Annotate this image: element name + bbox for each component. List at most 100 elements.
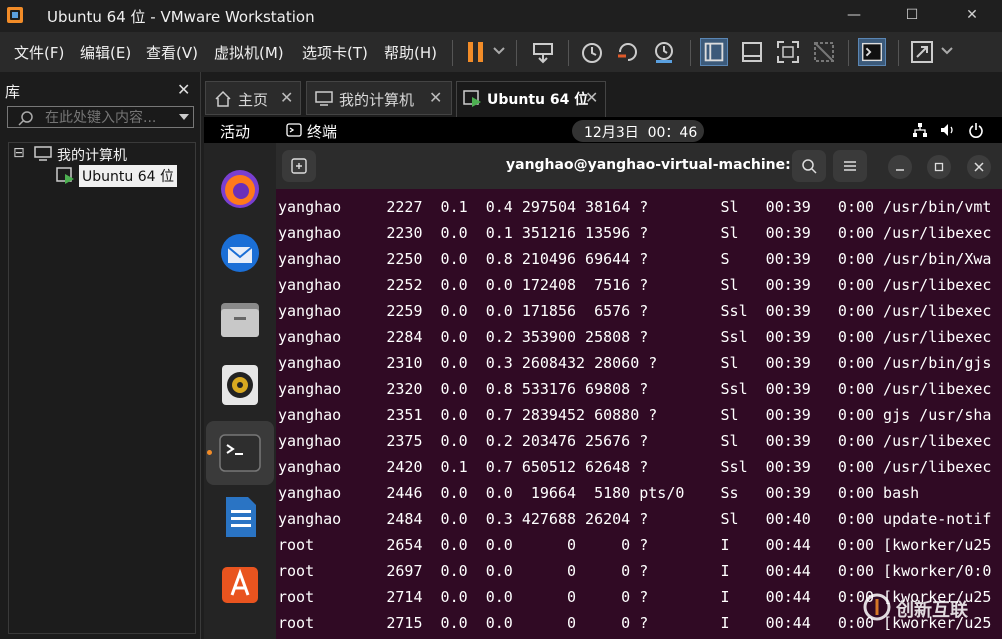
minimize-button[interactable]: —: [834, 4, 874, 26]
computer-icon: [34, 146, 52, 161]
rhythmbox-icon[interactable]: [218, 363, 262, 407]
network-icon[interactable]: [912, 122, 928, 138]
terminal-minimize-button[interactable]: [888, 155, 912, 179]
process-row: yanghao 2446 0.0 0.0 19664 5180 pts/0 Ss…: [278, 484, 920, 502]
process-row: yanghao 2250 0.0 0.8 210496 69644 ? S 00…: [278, 250, 992, 268]
tab-home-label: 主页: [238, 91, 269, 109]
terminal-maximize-button[interactable]: [927, 155, 951, 179]
terminal-search-button[interactable]: [792, 150, 826, 182]
clock-text: 12月3日 00：46: [584, 125, 698, 141]
home-icon: [215, 90, 231, 107]
watermark-logo-icon: [863, 593, 891, 621]
console-view-icon[interactable]: [858, 38, 886, 66]
thunderbird-icon[interactable]: [218, 231, 262, 275]
close-window-button[interactable]: ✕: [952, 4, 992, 26]
revert-snapshot-icon[interactable]: [614, 38, 642, 66]
toolbar-separator: [690, 40, 691, 66]
new-tab-icon: [291, 158, 307, 174]
hamburger-icon: [844, 161, 856, 171]
menu-file[interactable]: 文件(F): [14, 42, 64, 63]
toolbar-separator: [848, 40, 849, 66]
terminal-title: yanghao@yanghao-virtual-machine: ~: [506, 157, 808, 173]
menu-tabs[interactable]: 选项卡(T): [302, 42, 368, 63]
tab-ubuntu-label: Ubuntu 64 位: [487, 92, 589, 108]
library-title: 库: [5, 83, 21, 101]
activities-button[interactable]: 活动: [220, 121, 250, 142]
tab-my-computer[interactable]: 我的计算机 ✕: [306, 81, 452, 115]
chevron-down-icon[interactable]: [492, 46, 506, 56]
chevron-down-icon[interactable]: [940, 46, 954, 56]
thumbnail-bar-icon[interactable]: [738, 38, 766, 66]
tab-ubuntu-close-button[interactable]: ✕: [585, 88, 598, 107]
library-close-button[interactable]: ✕: [177, 80, 190, 99]
terminal-close-button[interactable]: [967, 155, 991, 179]
terminal-menu-button[interactable]: [833, 150, 867, 182]
process-row: yanghao 2420 0.1 0.7 650512 62648 ? Ssl …: [278, 458, 992, 476]
process-row: yanghao 2230 0.0 0.1 351216 13596 ? Sl 0…: [278, 224, 992, 242]
tab-ubuntu[interactable]: Ubuntu 64 位 ✕: [456, 81, 606, 117]
toolbar-separator: [516, 40, 517, 66]
software-store-icon[interactable]: [218, 561, 262, 605]
maximize-icon: [934, 162, 944, 172]
snapshot-manager-icon[interactable]: [650, 38, 678, 66]
snapshot-icon[interactable]: [578, 38, 606, 66]
power-icon[interactable]: [968, 122, 984, 138]
process-row: yanghao 2375 0.0 0.2 203476 25676 ? Sl 0…: [278, 432, 992, 450]
tab-my-computer-close-button[interactable]: ✕: [429, 88, 442, 107]
search-icon: [18, 111, 33, 126]
terminal-output[interactable]: yanghao 2227 0.1 0.4 297504 38164 ? Sl 0…: [276, 189, 1002, 639]
terminal-icon[interactable]: [218, 431, 262, 475]
process-row: yanghao 2259 0.0 0.0 171856 6576 ? Ssl 0…: [278, 302, 992, 320]
menu-vm[interactable]: 虚拟机(M): [214, 42, 284, 63]
minimize-icon: [896, 169, 904, 171]
toolbar-separator: [898, 40, 899, 66]
app-menu-terminal[interactable]: 终端: [307, 121, 337, 142]
toolbar-separator: [452, 40, 453, 66]
libreoffice-writer-icon[interactable]: [218, 495, 262, 539]
vmware-logo-icon: [7, 7, 23, 23]
terminal-small-icon: [286, 123, 302, 137]
tree-expander[interactable]: ⊟: [13, 145, 25, 161]
process-row: yanghao 2310 0.0 0.3 2608432 28060 ? Sl …: [278, 354, 992, 372]
menu-edit[interactable]: 编辑(E): [80, 42, 131, 63]
tab-home-close-button[interactable]: ✕: [280, 88, 293, 107]
process-row: yanghao 2484 0.0 0.3 427688 26204 ? Sl 0…: [278, 510, 992, 528]
tree-item-ubuntu[interactable]: Ubuntu 64 位: [79, 165, 177, 187]
show-library-icon[interactable]: [700, 38, 728, 66]
volume-icon[interactable]: [940, 122, 956, 138]
process-row: yanghao 2320 0.0 0.8 533176 69808 ? Ssl …: [278, 380, 992, 398]
unity-mode-icon[interactable]: [810, 38, 838, 66]
process-row: yanghao 2351 0.0 0.7 2839452 60880 ? Sl …: [278, 406, 992, 424]
process-row: root 2654 0.0 0.0 0 0 ? I 00:44 0:00 [kw…: [278, 536, 992, 554]
send-keys-icon[interactable]: [530, 38, 558, 66]
monitor-icon: [315, 91, 333, 106]
toolbar-separator: [568, 40, 569, 66]
running-indicator: [207, 450, 212, 455]
library-tree: [8, 142, 196, 634]
process-row: yanghao 2284 0.0 0.2 353900 25808 ? Ssl …: [278, 328, 992, 346]
ubuntu-dock: [204, 143, 276, 639]
maximize-button[interactable]: ☐: [892, 4, 932, 26]
menu-help[interactable]: 帮助(H): [384, 42, 437, 63]
menu-view[interactable]: 查看(V): [146, 42, 198, 63]
terminal-header-bar: yanghao@yanghao-virtual-machine: ~: [276, 143, 1002, 189]
tab-home[interactable]: 主页 ✕: [205, 81, 301, 115]
new-tab-button[interactable]: [282, 150, 316, 182]
vm-running-icon: [56, 167, 74, 184]
library-search-input[interactable]: [45, 109, 165, 127]
pause-icon[interactable]: [462, 38, 490, 66]
search-icon: [802, 159, 817, 174]
stretch-guest-icon[interactable]: [908, 38, 936, 66]
vm-running-icon: [463, 90, 481, 107]
tab-my-computer-label: 我的计算机: [339, 91, 415, 109]
window-title: Ubuntu 64 位 - VMware Workstation: [47, 8, 315, 26]
dropdown-arrow-icon[interactable]: [178, 113, 190, 121]
process-row: yanghao 2227 0.1 0.4 297504 38164 ? Sl 0…: [278, 198, 992, 216]
tree-root-label[interactable]: 我的计算机: [57, 145, 127, 165]
files-icon[interactable]: [218, 297, 262, 341]
full-screen-icon[interactable]: [774, 38, 802, 66]
watermark-text: 创新互联: [896, 600, 968, 621]
firefox-icon[interactable]: [218, 167, 262, 211]
process-row: root 2697 0.0 0.0 0 0 ? I 00:44 0:00 [kw…: [278, 562, 992, 580]
process-row: yanghao 2252 0.0 0.0 172408 7516 ? Sl 00…: [278, 276, 992, 294]
